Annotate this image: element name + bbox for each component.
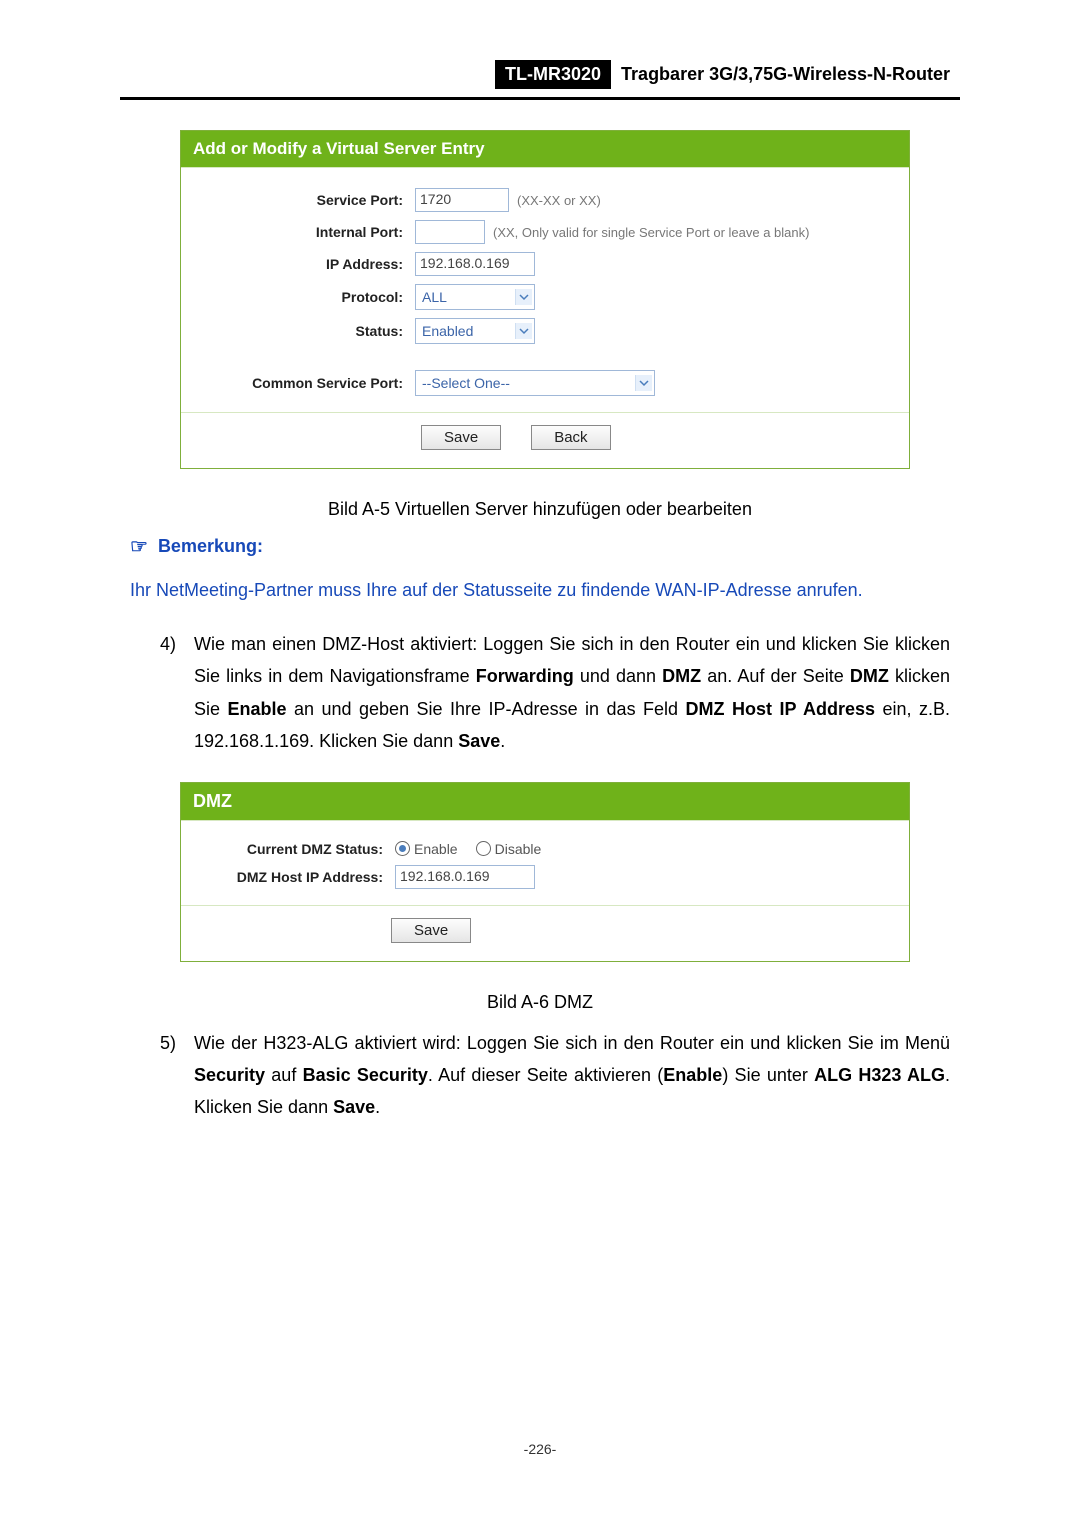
header-rule: [120, 97, 960, 100]
product-tagline: Tragbarer 3G/3,75G-Wireless-N-Router: [611, 60, 960, 89]
list-number: 4): [160, 628, 194, 758]
internal-port-input[interactable]: [415, 220, 485, 244]
label-dmz-status: Current DMZ Status:: [193, 841, 395, 857]
chevron-down-icon: [515, 323, 532, 339]
status-value: Enabled: [422, 323, 473, 339]
back-button[interactable]: Back: [531, 425, 610, 450]
figure-caption-a6: Bild A-6 DMZ: [120, 992, 960, 1013]
list-number: 5): [160, 1027, 194, 1124]
row-status: Status: Enabled: [181, 314, 909, 348]
radio-checked-icon: [395, 841, 410, 856]
row-common-service-port: Common Service Port: --Select One--: [181, 366, 909, 400]
row-internal-port: Internal Port: (XX, Only valid for singl…: [181, 216, 909, 248]
chevron-down-icon: [635, 375, 652, 391]
csp-value: --Select One--: [422, 375, 510, 391]
ip-address-input[interactable]: 192.168.0.169: [415, 252, 535, 276]
internal-port-hint: (XX, Only valid for single Service Port …: [493, 225, 809, 240]
row-dmz-ip: DMZ Host IP Address: 192.168.0.169: [181, 861, 909, 893]
csp-select[interactable]: --Select One--: [415, 370, 655, 396]
panel-title: Add or Modify a Virtual Server Entry: [181, 131, 909, 167]
status-select[interactable]: Enabled: [415, 318, 535, 344]
chevron-down-icon: [515, 289, 532, 305]
document-page: TL-MR3020 Tragbarer 3G/3,75G-Wireless-N-…: [0, 0, 1080, 1527]
service-port-hint: (XX-XX or XX): [517, 193, 601, 208]
dmz-ip-input[interactable]: 192.168.0.169: [395, 865, 535, 889]
figure-caption-a5: Bild A-5 Virtuellen Server hinzufügen od…: [120, 499, 960, 520]
button-row: Save: [181, 905, 909, 961]
radio-enable-label: Enable: [414, 841, 458, 857]
page-header: TL-MR3020 Tragbarer 3G/3,75G-Wireless-N-…: [120, 60, 960, 89]
label-protocol: Protocol:: [193, 289, 415, 305]
panel-title: DMZ: [181, 783, 909, 820]
label-status: Status:: [193, 323, 415, 339]
dmz-panel: DMZ Current DMZ Status: Enable Disable: [180, 782, 910, 962]
radio-enable[interactable]: Enable: [395, 841, 458, 857]
radio-unchecked-icon: [476, 841, 491, 856]
label-dmz-ip: DMZ Host IP Address:: [193, 869, 395, 885]
page-number: -226-: [0, 1441, 1080, 1457]
list-item-4: 4) Wie man einen DMZ-Host aktiviert: Log…: [160, 628, 950, 758]
protocol-value: ALL: [422, 289, 447, 305]
label-csp: Common Service Port:: [193, 375, 415, 391]
row-service-port: Service Port: 1720 (XX-XX or XX): [181, 184, 909, 216]
radio-disable[interactable]: Disable: [476, 841, 542, 857]
virtual-server-panel: Add or Modify a Virtual Server Entry Ser…: [180, 130, 910, 469]
list-item-5: 5) Wie der H323-ALG aktiviert wird: Logg…: [160, 1027, 950, 1124]
button-row: Save Back: [181, 412, 909, 468]
note-heading-text: Bemerkung:: [158, 536, 263, 557]
note-heading: ☞ Bemerkung:: [130, 534, 960, 559]
label-service-port: Service Port:: [193, 192, 415, 208]
service-port-input[interactable]: 1720: [415, 188, 509, 212]
list-text: Wie der H323-ALG aktiviert wird: Loggen …: [194, 1027, 950, 1124]
row-dmz-status: Current DMZ Status: Enable Disable: [181, 837, 909, 861]
label-internal-port: Internal Port:: [193, 224, 415, 240]
label-ip-address: IP Address:: [193, 256, 415, 272]
model-badge: TL-MR3020: [495, 60, 611, 89]
note-body: Ihr NetMeeting-Partner muss Ihre auf der…: [130, 577, 950, 604]
pointer-icon: ☞: [130, 534, 148, 559]
radio-disable-label: Disable: [495, 841, 542, 857]
protocol-select[interactable]: ALL: [415, 284, 535, 310]
row-protocol: Protocol: ALL: [181, 280, 909, 314]
list-text: Wie man einen DMZ-Host aktiviert: Loggen…: [194, 628, 950, 758]
save-button[interactable]: Save: [421, 425, 501, 450]
save-button[interactable]: Save: [391, 918, 471, 943]
row-ip-address: IP Address: 192.168.0.169: [181, 248, 909, 280]
